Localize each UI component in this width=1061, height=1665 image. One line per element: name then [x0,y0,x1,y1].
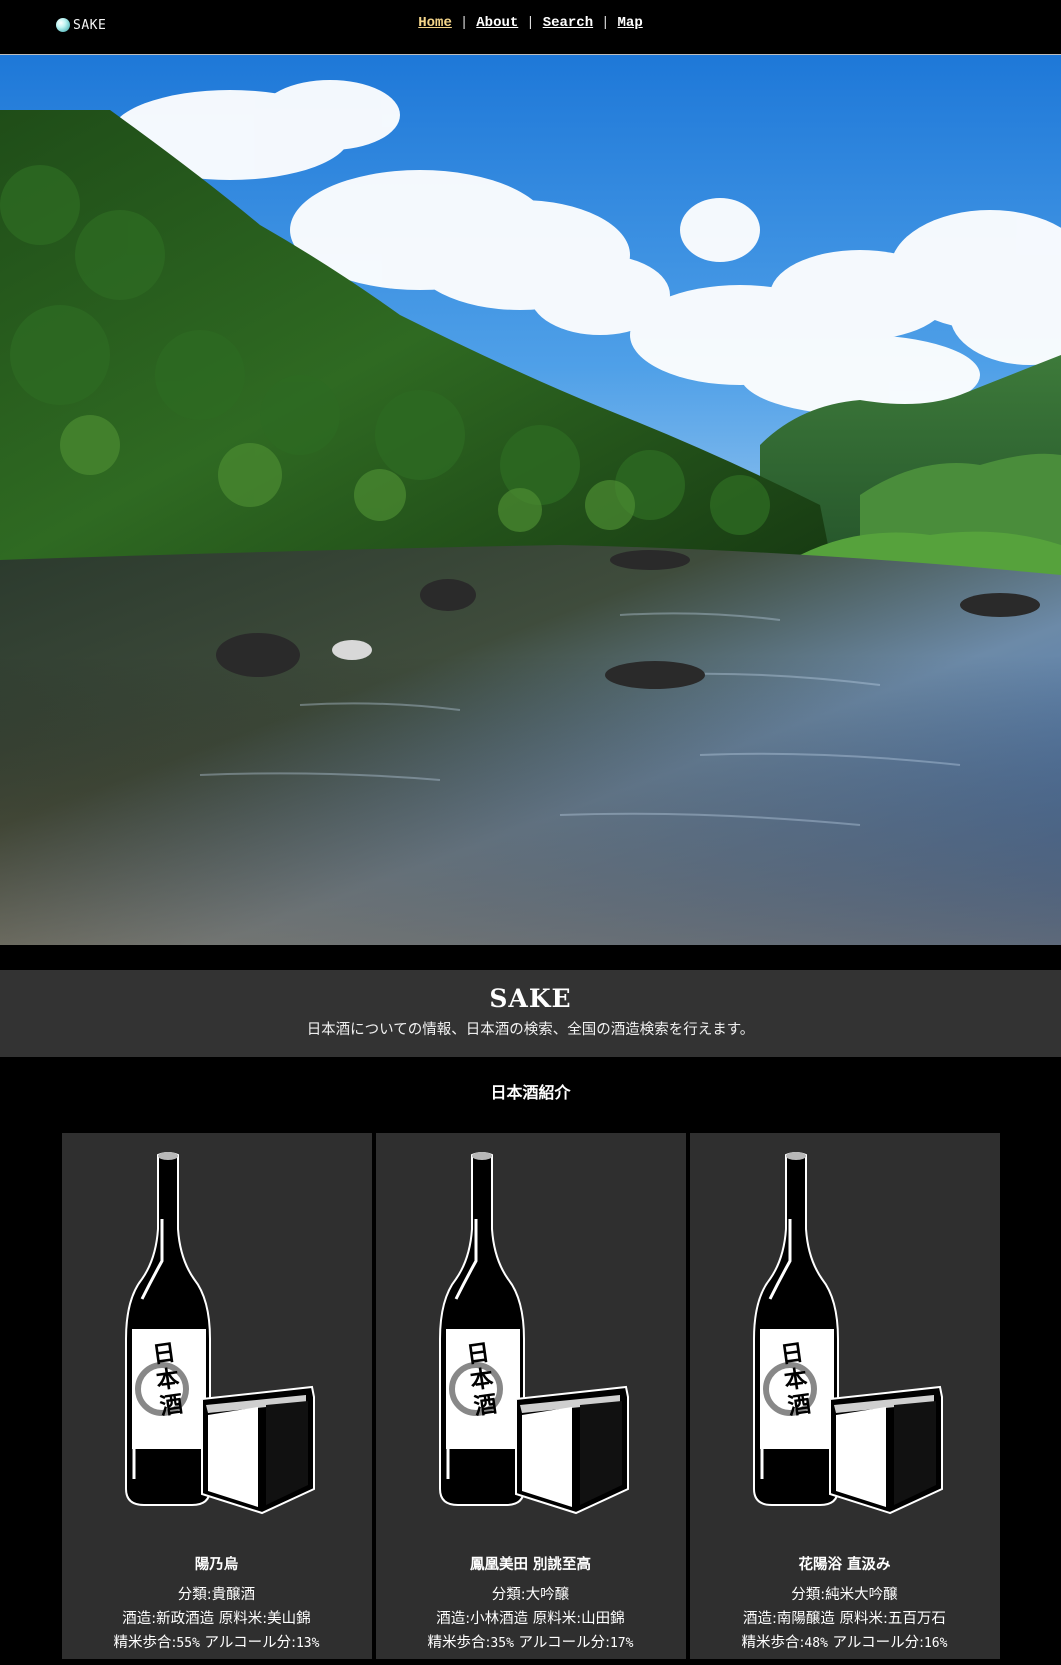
sake-alcohol-label: アルコール分: [832,1635,924,1651]
sake-brewery-rice: 酒造:南陽醸造 原料米:五百万石 [690,1607,1000,1631]
sake-name: 鳳凰美田 別誂至高 [469,1557,592,1573]
nav-separator: | [459,15,469,31]
bottle-label-char: 酒 [158,1391,184,1420]
sake-alcohol-label: アルコール分: [204,1635,296,1651]
bottle-label-char: 本 [154,1366,180,1395]
nav-about[interactable]: About [476,15,518,31]
bottle-label-char: 本 [468,1366,494,1395]
sake-polish-label: 精米歩合: [427,1635,491,1651]
sake-alcohol-value: 16% [923,1636,948,1651]
sake-rice: 原料米:山田錦 [532,1611,625,1627]
intro-description: 日本酒についての情報、日本酒の検索、全国の酒造検索を行えます。 [306,1022,755,1038]
sake-category: 分類:大吟醸 [491,1587,570,1603]
sake-card[interactable]: 日本酒 花陽浴 直汲み 分類:純米大吟醸 酒造:南陽醸造 原料米:五百万石 精米… [689,1133,1000,1659]
sake-polish-value: 35% [490,1636,514,1651]
sake-category: 分類:貴醸酒 [177,1587,256,1603]
sake-bottle-and-masu-icon: 日本酒 [752,1152,943,1515]
sake-polish-label: 精米歩合: [113,1635,177,1651]
sake-alcohol-value: 17% [609,1636,634,1651]
spacer [0,945,1061,970]
nav-home[interactable]: Home [418,15,452,31]
sake-category: 分類:純米大吟醸 [791,1587,898,1603]
bottle-label-char: 本 [782,1366,808,1395]
bottle-label-char: 酒 [786,1391,812,1420]
sake-brewery: 酒造:小林酒造 [436,1611,529,1627]
sake-alcohol-value: 13% [295,1636,320,1651]
sake-alcohol-label: アルコール分: [518,1635,610,1651]
sake-polish-value: 48% [804,1636,828,1651]
sake-details: 分類:純米大吟醸 酒造:南陽醸造 原料米:五百万石 精米歩合:48% アルコール… [690,1583,1000,1656]
sake-polish-label: 精米歩合: [741,1635,805,1651]
sake-polish-alcohol: 精米歩合:55% アルコール分:13% [62,1631,372,1656]
bottle-label-char: 酒 [472,1391,498,1420]
site-header: SAKE Home | About | Search | Map [0,0,1061,55]
nav-separator: | [601,15,610,31]
bottle-label-char: 日 [464,1340,490,1369]
sake-brewery-rice: 酒造:小林酒造 原料米:山田錦 [376,1607,686,1631]
sake-card[interactable]: 日本酒 陽乃烏 分類:貴醸酒 酒造:新政酒造 原料米:美山錦 精米歩合:55% … [61,1133,372,1659]
sake-polish-alcohol: 精米歩合:48% アルコール分:16% [690,1631,1000,1656]
bottle-label-char: 日 [150,1340,176,1369]
sake-brewery-rice: 酒造:新政酒造 原料米:美山錦 [62,1607,372,1631]
sake-name: 陽乃烏 [194,1557,239,1573]
nav-search[interactable]: Search [543,15,593,31]
sake-brewery: 酒造:新政酒造 [122,1611,215,1627]
intro-banner: SAKE 日本酒についての情報、日本酒の検索、全国の酒造検索を行えます。 [0,970,1061,1057]
sake-card[interactable]: 日本酒 鳳凰美田 別誂至高 分類:大吟醸 酒造:小林酒造 原料米:山田錦 精米歩… [375,1133,686,1659]
nav-map[interactable]: Map [618,15,643,31]
sake-rice: 原料米:美山錦 [218,1611,311,1627]
sake-polish-alcohol: 精米歩合:35% アルコール分:17% [376,1631,686,1656]
sake-name: 花陽浴 直汲み [798,1557,891,1573]
hero-river-image [0,55,1061,945]
sake-polish-value: 55% [176,1636,200,1651]
main-nav: Home | About | Search | Map [0,15,1061,31]
intro-title: SAKE [489,984,572,1013]
section-title: 日本酒紹介 [490,1083,571,1102]
sake-rice: 原料米:五百万石 [839,1611,946,1627]
sake-card-list: 日本酒 陽乃烏 分類:貴醸酒 酒造:新政酒造 原料米:美山錦 精米歩合:55% … [0,1133,1061,1659]
hero-landscape-illustration [0,55,1061,945]
sake-details: 分類:大吟醸 酒造:小林酒造 原料米:山田錦 精米歩合:35% アルコール分:1… [376,1583,686,1656]
nav-separator: | [526,15,535,31]
sake-brewery: 酒造:南陽醸造 [743,1611,835,1627]
sake-details: 分類:貴醸酒 酒造:新政酒造 原料米:美山錦 精米歩合:55% アルコール分:1… [62,1583,372,1656]
sake-bottle-and-masu-icon: 日本酒 [438,1152,629,1515]
bottle-label-char: 日 [778,1340,804,1369]
sake-bottle-and-masu-icon: 日本酒 [124,1152,315,1515]
